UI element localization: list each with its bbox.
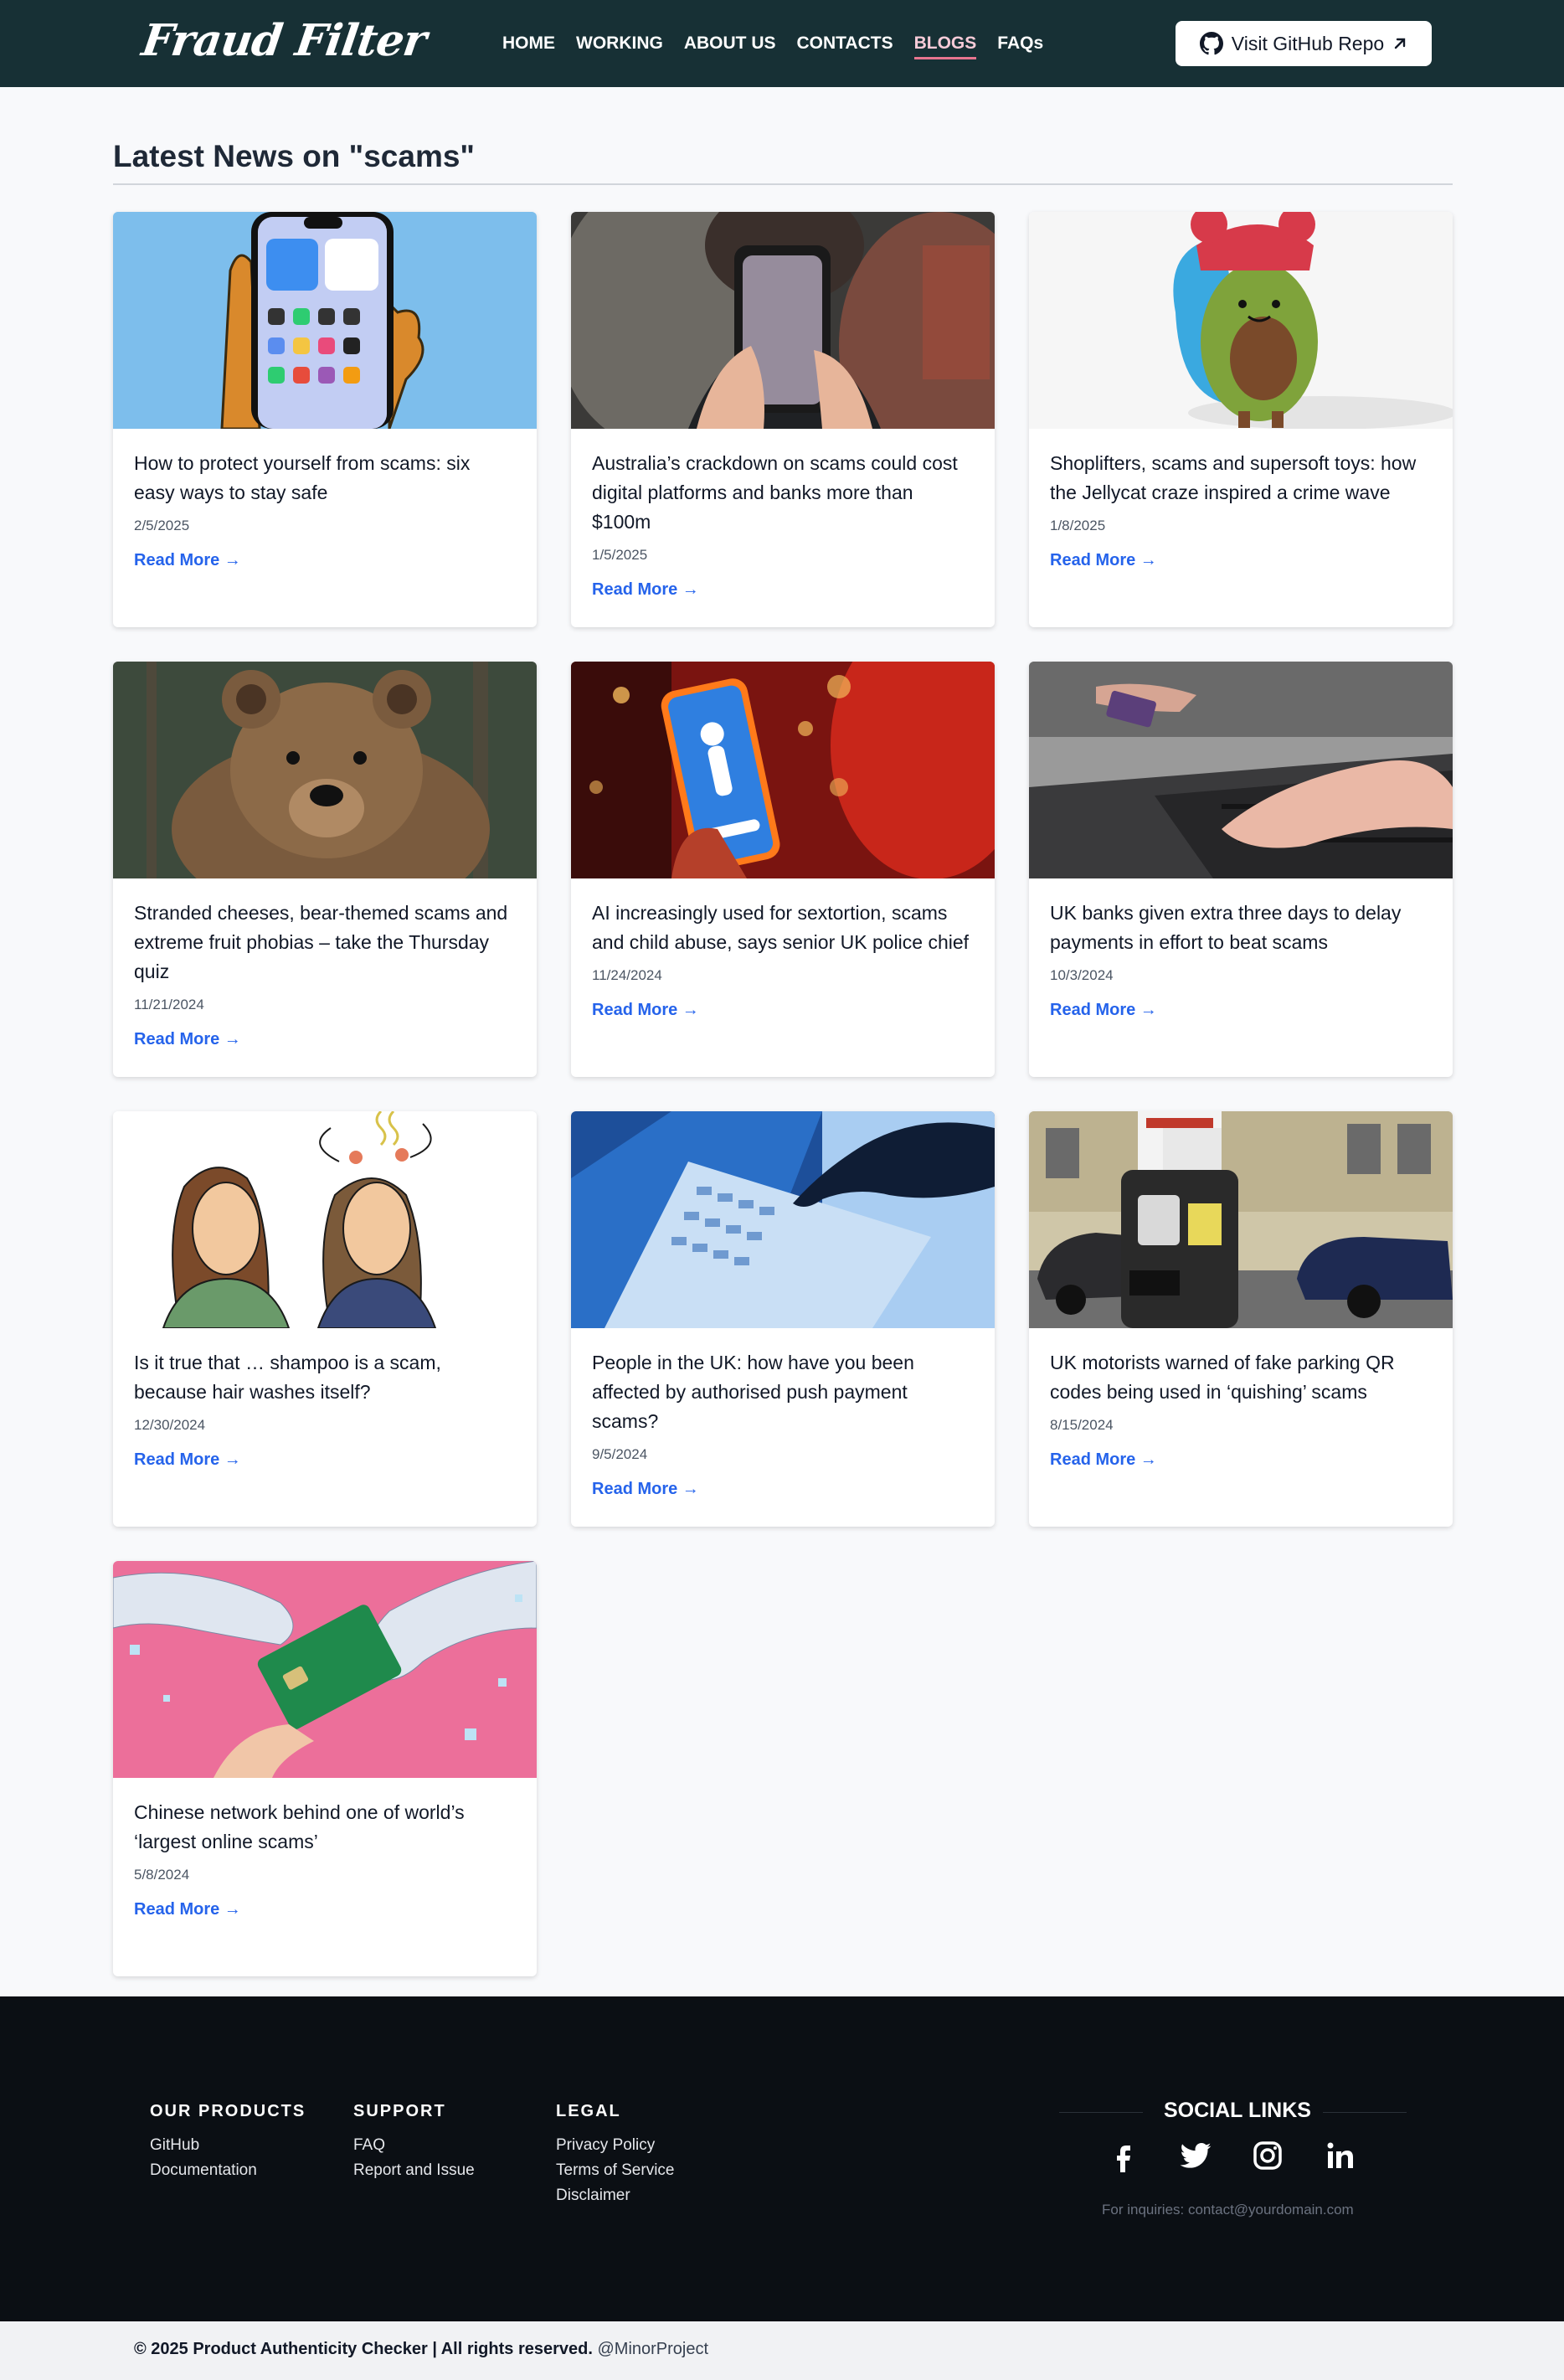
footer-link-faq[interactable]: FAQ xyxy=(353,2133,475,2158)
inquiry-text: For inquiries: contact@yourdomain.com xyxy=(1102,2202,1354,2218)
footer-column-products: OUR PRODUCTS GitHub Documentation xyxy=(150,2102,306,2183)
article-date: 12/30/2024 xyxy=(134,1417,206,1433)
news-card: Stranded cheeses, bear-themed scams and … xyxy=(113,662,537,1077)
footer-column-support: SUPPORT FAQ Report and Issue xyxy=(353,2102,475,2183)
copyright-text: © 2025 Product Authenticity Checker | Al… xyxy=(134,2340,708,2359)
article-title[interactable]: Stranded cheeses, bear-themed scams and … xyxy=(134,899,516,987)
social-icons xyxy=(1107,2139,1356,2172)
footer-link-documentation[interactable]: Documentation xyxy=(150,2158,306,2183)
main-nav: HOME WORKING ABOUT US CONTACTS BLOGS FAQ… xyxy=(502,33,1043,59)
article-image-two-women[interactable] xyxy=(113,1111,537,1328)
read-more-link[interactable]: Read More → xyxy=(134,1030,241,1049)
title-divider xyxy=(113,183,1453,185)
article-image-person-phone[interactable] xyxy=(571,212,995,429)
news-card: AI increasingly used for sextortion, sca… xyxy=(571,662,995,1077)
nav-faqs[interactable]: FAQs xyxy=(997,33,1043,59)
article-date: 11/24/2024 xyxy=(592,967,662,983)
read-more-link[interactable]: Read More → xyxy=(134,1900,241,1919)
divider xyxy=(1059,2112,1143,2113)
copyright-label: © 2025 Product Authenticity Checker | Al… xyxy=(134,2340,593,2358)
site-logo[interactable]: Fraud Filter xyxy=(139,15,430,66)
github-icon xyxy=(1199,32,1223,55)
nav-working[interactable]: WORKING xyxy=(576,33,663,59)
read-more-link[interactable]: Read More → xyxy=(1050,1450,1157,1470)
read-more-link[interactable]: Read More → xyxy=(592,1480,699,1499)
site-footer: OUR PRODUCTS GitHub Documentation SUPPOR… xyxy=(0,1996,1564,2321)
read-more-link[interactable]: Read More → xyxy=(1050,1001,1157,1020)
article-title[interactable]: UK banks given extra three days to delay… xyxy=(1050,899,1432,957)
article-title[interactable]: Chinese network behind one of world’s ‘l… xyxy=(134,1798,516,1857)
article-date: 9/5/2024 xyxy=(592,1446,648,1462)
article-title[interactable]: AI increasingly used for sextortion, sca… xyxy=(592,899,974,957)
twitter-icon[interactable] xyxy=(1179,2139,1212,2172)
article-date: 2/5/2025 xyxy=(134,518,190,533)
nav-about-us[interactable]: ABOUT US xyxy=(684,33,776,59)
news-card: Is it true that … shampoo is a scam, bec… xyxy=(113,1111,537,1527)
footer-link-github[interactable]: GitHub xyxy=(150,2133,306,2158)
copyright-bar: © 2025 Product Authenticity Checker | Al… xyxy=(0,2321,1564,2380)
article-image-parking-meter[interactable] xyxy=(1029,1111,1453,1328)
read-more-link[interactable]: Read More → xyxy=(1050,551,1157,570)
nav-home[interactable]: HOME xyxy=(502,33,555,59)
article-date: 1/8/2025 xyxy=(1050,518,1106,533)
site-header: Fraud Filter HOME WORKING ABOUT US CONTA… xyxy=(0,0,1564,87)
article-image-laptop-blue[interactable] xyxy=(571,1111,995,1328)
instagram-icon[interactable] xyxy=(1251,2139,1284,2172)
nav-contacts[interactable]: CONTACTS xyxy=(797,33,893,59)
article-title[interactable]: How to protect yourself from scams: six … xyxy=(134,449,516,507)
news-card: Chinese network behind one of world’s ‘l… xyxy=(113,1561,537,1976)
article-date: 8/15/2024 xyxy=(1050,1417,1114,1433)
read-more-link[interactable]: Read More → xyxy=(134,551,241,570)
read-more-link[interactable]: Read More → xyxy=(134,1450,241,1470)
read-more-link[interactable]: Read More → xyxy=(592,1001,699,1020)
footer-column-legal: LEGAL Privacy Policy Terms of Service Di… xyxy=(556,2102,674,2208)
article-image-credit-card[interactable] xyxy=(113,1561,537,1778)
article-title[interactable]: Australia’s crackdown on scams could cos… xyxy=(592,449,974,537)
news-card: How to protect yourself from scams: six … xyxy=(113,212,537,627)
project-handle[interactable]: @MinorProject xyxy=(597,2340,708,2358)
arrow-up-right-icon xyxy=(1394,38,1406,49)
footer-link-terms[interactable]: Terms of Service xyxy=(556,2158,674,2183)
footer-heading: LEGAL xyxy=(556,2102,621,2120)
footer-heading: SUPPORT xyxy=(353,2102,446,2120)
visit-github-button[interactable]: Visit GitHub Repo xyxy=(1176,21,1432,66)
page-title: Latest News on "scams" xyxy=(113,139,475,173)
news-card: Shoplifters, scams and supersoft toys: h… xyxy=(1029,212,1453,627)
article-date: 11/21/2024 xyxy=(134,997,204,1012)
article-image-card-laptop[interactable] xyxy=(1029,662,1453,878)
news-card: UK motorists warned of fake parking QR c… xyxy=(1029,1111,1453,1527)
news-card: People in the UK: how have you been affe… xyxy=(571,1111,995,1527)
article-image-phone-red[interactable] xyxy=(571,662,995,878)
article-title[interactable]: Shoplifters, scams and supersoft toys: h… xyxy=(1050,449,1432,507)
footer-link-disclaimer[interactable]: Disclaimer xyxy=(556,2183,674,2208)
social-links-title: SOCIAL LINKS xyxy=(1164,2099,1311,2122)
article-title[interactable]: Is it true that … shampoo is a scam, bec… xyxy=(134,1348,516,1407)
footer-link-privacy[interactable]: Privacy Policy xyxy=(556,2133,674,2158)
article-date: 10/3/2024 xyxy=(1050,967,1114,983)
linkedin-icon[interactable] xyxy=(1323,2139,1356,2172)
article-title[interactable]: People in the UK: how have you been affe… xyxy=(592,1348,974,1436)
nav-blogs[interactable]: BLOGS xyxy=(913,33,977,59)
news-card: UK banks given extra three days to delay… xyxy=(1029,662,1453,1077)
divider xyxy=(1323,2112,1407,2113)
article-date: 5/8/2024 xyxy=(134,1867,190,1883)
article-image-phone-illustration[interactable] xyxy=(113,212,537,429)
article-image-bear[interactable] xyxy=(113,662,537,878)
article-image-avocado-toy[interactable] xyxy=(1029,212,1453,429)
footer-link-report-issue[interactable]: Report and Issue xyxy=(353,2158,475,2183)
article-title[interactable]: UK motorists warned of fake parking QR c… xyxy=(1050,1348,1432,1407)
facebook-icon[interactable] xyxy=(1107,2139,1140,2172)
news-card: Australia’s crackdown on scams could cos… xyxy=(571,212,995,627)
article-date: 1/5/2025 xyxy=(592,547,648,563)
read-more-link[interactable]: Read More → xyxy=(592,580,699,600)
github-button-label: Visit GitHub Repo xyxy=(1231,32,1385,54)
footer-heading: OUR PRODUCTS xyxy=(150,2102,306,2120)
